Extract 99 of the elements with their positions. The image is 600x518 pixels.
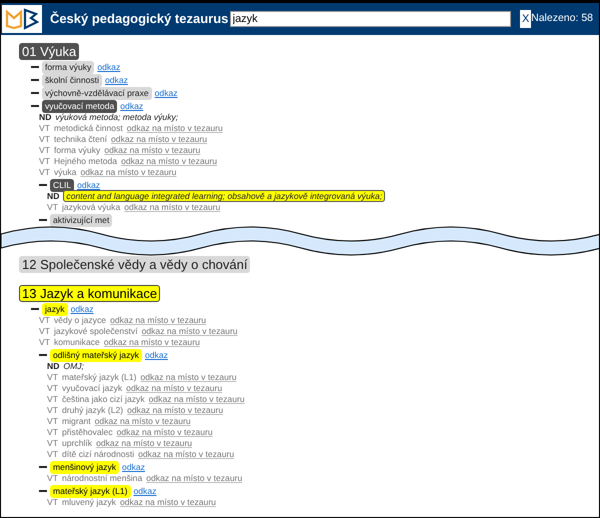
related-term: dítě cizí národnosti xyxy=(62,449,134,459)
section-heading[interactable]: 01 Výuka xyxy=(19,43,80,60)
dash-icon xyxy=(31,92,39,94)
vt-tag: VT xyxy=(39,156,50,166)
vt-tag: VT xyxy=(39,326,50,336)
term-label[interactable]: školní činnosti xyxy=(42,74,102,86)
vt-tag: VT xyxy=(47,383,58,393)
vt-tag: VT xyxy=(47,473,58,483)
vt-tag: VT xyxy=(47,449,58,459)
result-count: Nalezeno: 58 xyxy=(531,11,594,26)
non-descriptor-text: content and language integrated learning; obsahově a jazykově integrovaná výuka; xyxy=(63,190,386,202)
dash-icon xyxy=(39,184,47,186)
dash-icon xyxy=(31,79,39,81)
related-term: metodická činnost xyxy=(54,123,123,133)
related-term: čeština jako cizí jazyk xyxy=(62,394,145,404)
related-term: druhý jazyk (L2) xyxy=(62,405,124,415)
related-term: jazyková výuka xyxy=(62,202,120,212)
related-term: národnostní menšina xyxy=(62,473,142,483)
place-link[interactable]: odkaz na místo v tezauru xyxy=(96,438,192,448)
vt-tag: VT xyxy=(47,405,58,415)
related-term: mateřský jazyk (L1) xyxy=(62,372,136,382)
vt-tag: VT xyxy=(39,337,50,347)
place-link[interactable]: odkaz na místo v tezauru xyxy=(111,134,208,144)
place-link[interactable]: odkaz na místo v tezauru xyxy=(120,497,216,507)
vt-tag: VT xyxy=(39,134,50,144)
place-link[interactable]: odkaz na místo v tezauru xyxy=(110,315,206,325)
link[interactable]: odkaz xyxy=(97,60,120,74)
vt-tag: VT xyxy=(39,145,50,155)
place-link[interactable]: odkaz na místo v tezauru xyxy=(126,383,222,393)
link[interactable]: odkaz xyxy=(122,460,145,474)
related-term: Hejného metoda xyxy=(54,156,118,166)
vt-tag: VT xyxy=(47,427,58,437)
dash-icon xyxy=(39,354,47,356)
place-link[interactable]: odkaz na místo v tezauru xyxy=(80,167,176,177)
vt-tag: VT xyxy=(47,438,58,448)
place-link[interactable]: odkaz na místo v tezauru xyxy=(124,202,220,212)
term-label[interactable]: odlišný mateřský jazyk xyxy=(50,348,142,362)
link[interactable]: odkaz xyxy=(144,348,168,362)
term-label[interactable]: CLIL xyxy=(50,178,74,192)
term-label[interactable]: mateřský jazyk (L1) xyxy=(50,484,130,498)
link[interactable]: odkaz xyxy=(154,86,178,100)
vt-tag: VT xyxy=(39,315,50,325)
link[interactable]: odkaz xyxy=(134,484,156,498)
link[interactable]: odkaz xyxy=(70,302,94,316)
clear-button[interactable]: X xyxy=(520,10,532,28)
related-term: výuka xyxy=(54,167,76,177)
vt-tag: VT xyxy=(47,394,58,404)
dash-icon xyxy=(39,219,47,221)
dash-icon xyxy=(31,66,39,68)
place-link[interactable]: odkaz na místo v tezauru xyxy=(121,156,218,166)
term-label[interactable]: vyučovací metoda xyxy=(42,100,118,112)
section-heading[interactable]: 12 Společenské vědy a vědy o chování xyxy=(19,256,250,273)
section-heading[interactable]: 13 Jazyk a komunikace xyxy=(19,285,160,302)
vt-tag: VT xyxy=(47,372,58,382)
term-label[interactable]: výchovně-vzdělávací praxe xyxy=(42,86,152,100)
place-link[interactable]: odkaz na místo v tezauru xyxy=(116,427,213,437)
place-link[interactable]: odkaz na místo v tezauru xyxy=(126,123,223,133)
non-descriptor-text: výuková metoda; metoda výuky; xyxy=(55,112,178,122)
term-label[interactable]: forma výuky xyxy=(42,60,94,74)
nd-tag: ND xyxy=(47,191,60,201)
term-label[interactable]: menšinový jazyk xyxy=(50,460,120,474)
vt-tag: VT xyxy=(47,202,58,212)
related-term: mluvený jazyk xyxy=(62,497,116,507)
link[interactable]: odkaz xyxy=(120,100,144,112)
term-label[interactable]: jazyk xyxy=(42,302,68,316)
related-term: uprchlík xyxy=(62,438,92,448)
place-link[interactable]: odkaz na místo v tezauru xyxy=(142,326,238,336)
place-link[interactable]: odkaz na místo v tezauru xyxy=(104,145,200,155)
place-link[interactable]: odkaz na místo v tezauru xyxy=(94,416,191,426)
related-term: vědy o jazyce xyxy=(54,315,106,325)
related-term: vyučovací jazyk xyxy=(62,383,122,393)
nd-tag: ND xyxy=(47,361,60,371)
dash-icon xyxy=(31,105,39,107)
vt-tag: VT xyxy=(39,167,50,177)
vt-tag: VT xyxy=(47,416,58,426)
link[interactable]: odkaz xyxy=(77,178,100,192)
dash-icon xyxy=(31,308,39,310)
non-descriptor-text: OMJ; xyxy=(63,361,84,371)
related-term: migrant xyxy=(62,416,91,426)
place-link[interactable]: odkaz na místo v tezauru xyxy=(127,405,224,415)
place-link[interactable]: odkaz na místo v tezauru xyxy=(140,372,236,382)
search-field[interactable]: jazyk xyxy=(230,11,512,27)
nd-tag: ND xyxy=(39,112,52,122)
dash-icon xyxy=(39,466,47,468)
place-link[interactable]: odkaz na místo v tezauru xyxy=(148,394,245,404)
app-title: Český pedagogický tezaurus xyxy=(50,10,230,28)
vt-tag: VT xyxy=(47,497,58,507)
related-term: forma výuky xyxy=(54,145,100,155)
vt-tag: VT xyxy=(39,123,50,133)
related-term: technika čtení xyxy=(54,134,108,144)
link[interactable]: odkaz xyxy=(104,74,128,86)
place-link[interactable]: odkaz na místo v tezauru xyxy=(104,337,200,347)
related-term: komunikace xyxy=(54,337,100,347)
related-term: jazykové společenství xyxy=(54,326,138,336)
place-link[interactable]: odkaz na místo v tezauru xyxy=(138,449,234,459)
term-label[interactable]: aktivizující met xyxy=(50,214,112,226)
related-term: přistěhovalec xyxy=(62,427,113,437)
dash-icon xyxy=(39,490,47,492)
place-link[interactable]: odkaz na místo v tezauru xyxy=(146,473,242,483)
